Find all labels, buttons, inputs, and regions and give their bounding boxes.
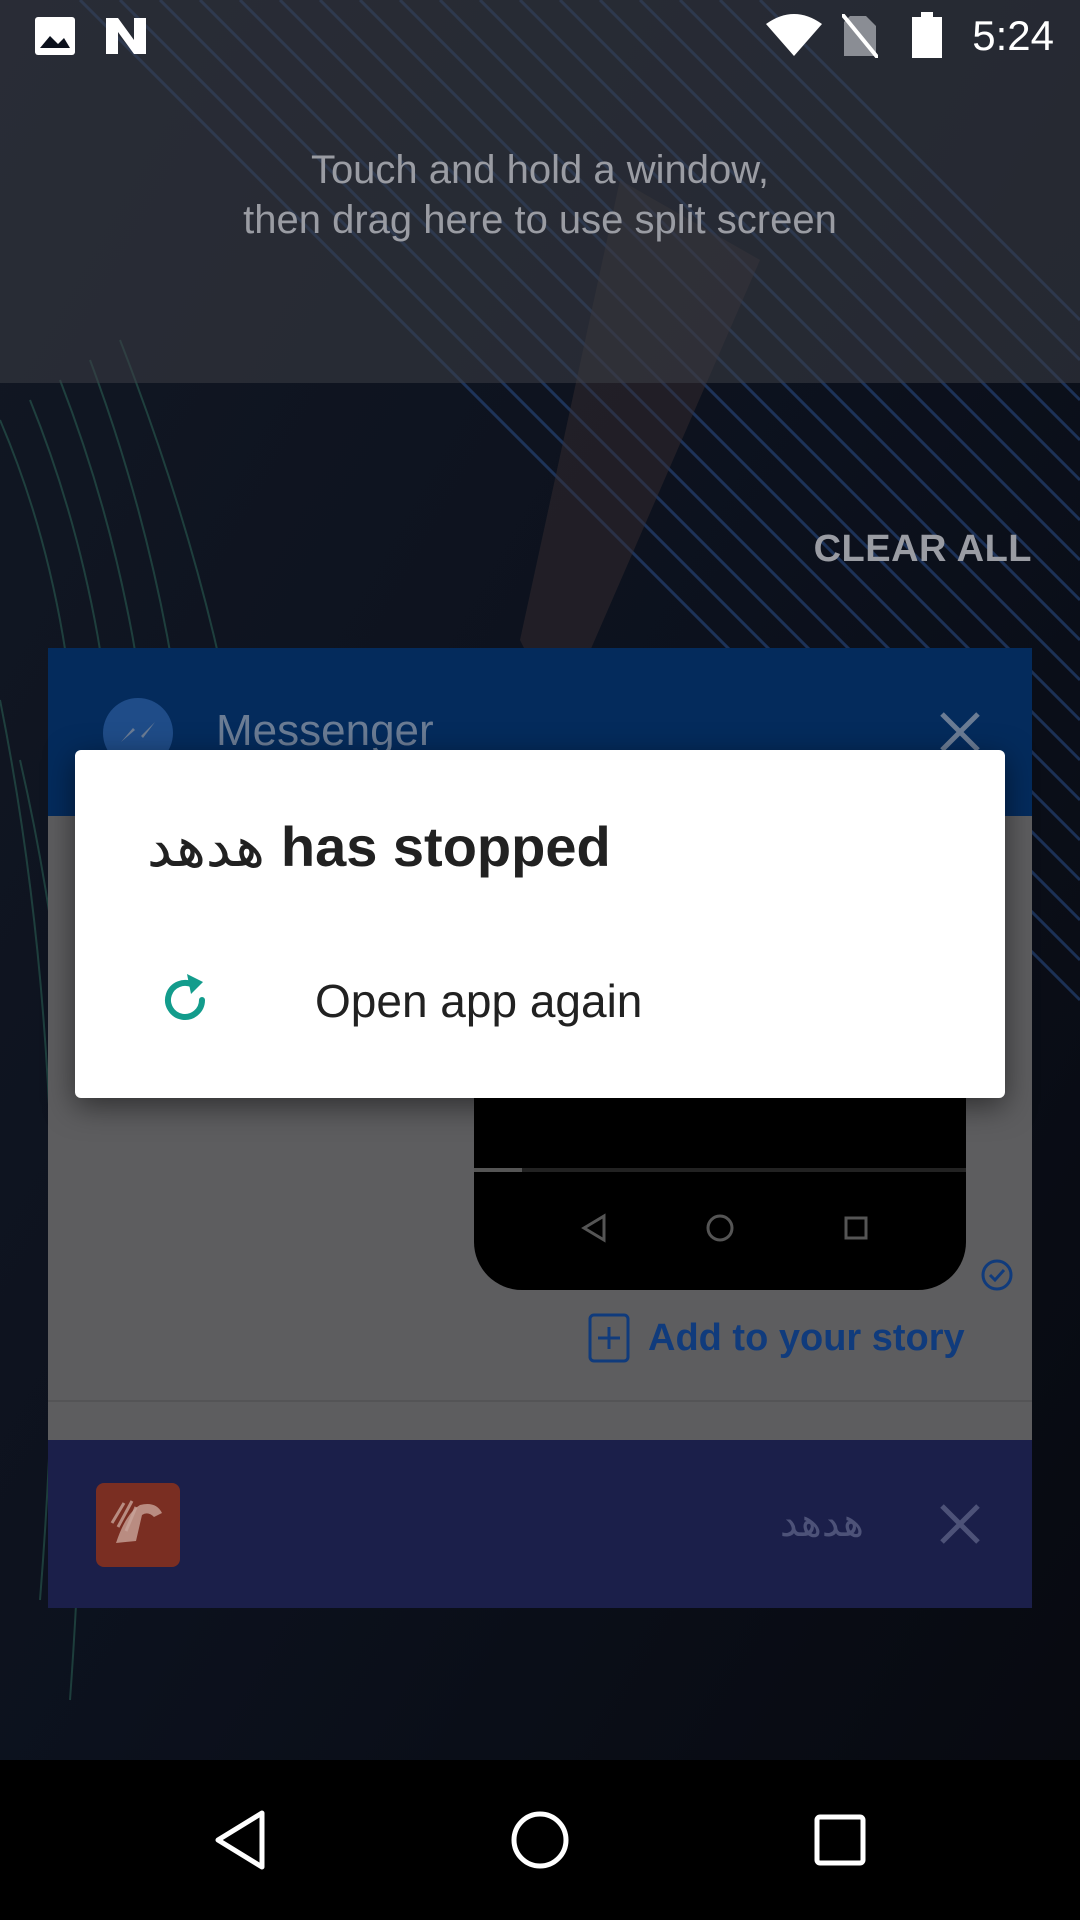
hodhod-app-icon: [96, 1483, 180, 1567]
navigation-bar: [0, 1760, 1080, 1920]
app-stopped-dialog: هدهد has stopped Open app again: [75, 750, 1005, 1098]
close-icon[interactable]: [936, 708, 984, 756]
recents-icon: [814, 1814, 866, 1866]
card-title: هدهد: [779, 1501, 864, 1545]
clock: 5:24: [972, 12, 1054, 59]
status-bar: 5:24: [0, 0, 1080, 72]
n-notification-icon: [106, 18, 146, 54]
add-to-story-button[interactable]: Add to your story: [588, 1310, 965, 1366]
image-notification-icon: [35, 17, 75, 55]
recent-card-hodhod[interactable]: هدهد: [48, 1440, 1032, 1608]
plus-box-icon: [588, 1313, 630, 1363]
dialog-app-name: هدهد: [147, 815, 265, 878]
add-to-story-label: Add to your story: [648, 1316, 965, 1359]
split-hint-line-2: then drag here to use split screen: [243, 198, 837, 242]
reload-icon: [165, 974, 205, 1020]
option-label: Open app again: [315, 975, 643, 1027]
card-title: Messenger: [216, 706, 434, 755]
check-circle-icon: [981, 1259, 1013, 1291]
back-button[interactable]: [180, 1800, 300, 1880]
dialog-title: هدهد has stopped: [147, 814, 611, 880]
home-button[interactable]: [480, 1800, 600, 1880]
open-app-again-button[interactable]: Open app again: [75, 948, 1005, 1058]
split-hint-line-1: Touch and hold a window,: [310, 148, 770, 192]
recents-button[interactable]: [780, 1800, 900, 1880]
split-screen-hint: Touch and hold a window, then drag here …: [0, 145, 1080, 245]
no-sim-icon: [842, 14, 878, 58]
phone-nav-icons: [581, 1213, 868, 1243]
divider: [48, 1400, 1032, 1402]
back-icon: [215, 1810, 265, 1870]
home-icon: [511, 1811, 569, 1869]
dialog-title-suffix: has stopped: [280, 815, 611, 878]
close-icon[interactable]: [936, 1500, 984, 1548]
battery-icon: [912, 12, 942, 58]
wifi-icon: [766, 14, 822, 56]
clear-all-button[interactable]: CLEAR ALL: [814, 528, 1032, 571]
